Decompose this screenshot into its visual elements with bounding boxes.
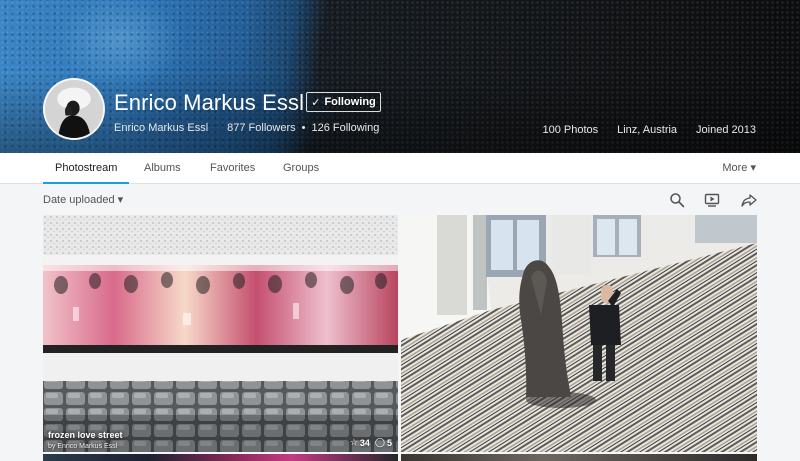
separator-dot: • [301,122,306,134]
profile-tabbar: Photostream Albums Favorites Groups More… [0,153,800,184]
photo-count: 100 Photos [542,124,599,136]
followers-link[interactable]: 877 Followers [227,122,295,134]
photo-tile[interactable] [401,215,757,452]
location: Linz, Austria [617,124,678,136]
share-icon[interactable] [741,192,757,208]
photo-image [401,215,757,452]
username: Enrico Markus Essl [114,122,209,134]
following-button[interactable]: ✓ Following [306,92,381,112]
tab-favorites[interactable]: Favorites [210,153,255,184]
tab-albums[interactable]: Albums [144,153,181,184]
comment-count: 5 [386,437,392,448]
profile-stats: 100 Photos Linz, Austria Joined 2013 [542,124,756,136]
avatar[interactable] [43,78,105,140]
checkmark-icon: ✓ [311,96,321,109]
photo-title: frozen love street [48,430,123,440]
tab-photostream[interactable]: Photostream [42,153,130,184]
comment-button[interactable]: ◯ 5 [375,437,392,448]
avatar-image [45,80,103,138]
photo-tile[interactable] [43,454,398,461]
search-icon[interactable] [669,192,685,208]
photo-engagement: ☆ 34 ◯ 5 [350,437,392,448]
photo-tile[interactable] [401,454,757,461]
star-icon: ☆ [349,437,358,447]
sort-dropdown[interactable]: Date uploaded ▾ [43,193,123,206]
slideshow-icon[interactable] [704,192,720,208]
joined-date: Joined 2013 [696,124,756,136]
photo-image [43,215,398,452]
following-link[interactable]: 126 Following [311,122,379,134]
comment-icon: ◯ [374,437,385,447]
photo-author[interactable]: by Enrico Markus Essl [48,443,117,450]
photo-tile[interactable]: frozen love street by Enrico Markus Essl… [43,215,398,452]
tab-groups[interactable]: Groups [283,153,319,184]
fave-count: 34 [359,437,370,448]
profile-name: Enrico Markus Essl [114,90,305,115]
more-menu[interactable]: More ▾ [722,153,756,184]
profile-meta: Enrico Markus Essl 877 Followers • 126 F… [114,122,379,134]
fave-button[interactable]: ☆ 34 [350,437,370,448]
following-button-label: Following [324,96,376,108]
